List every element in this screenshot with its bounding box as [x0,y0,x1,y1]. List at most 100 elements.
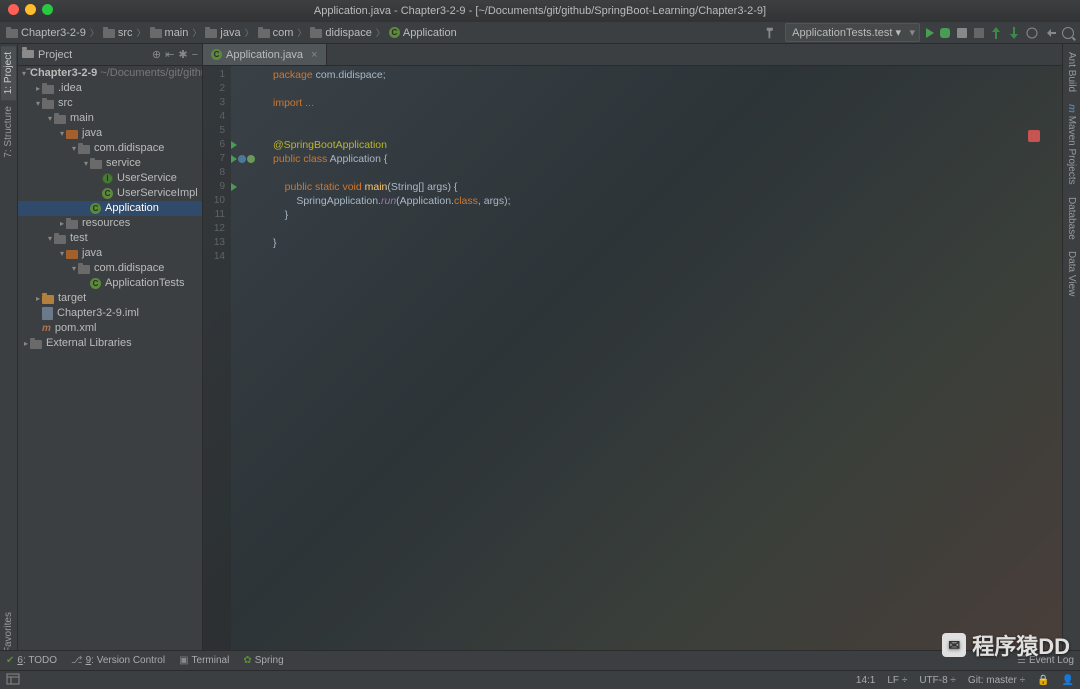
class-icon: C [102,188,113,199]
window-title: Application.java - Chapter3-2-9 - [~/Doc… [314,5,766,17]
tree-row[interactable]: ▾java [18,126,202,141]
editor-tab-application[interactable]: C Application.java × [203,44,327,65]
vcs-history-button[interactable] [1026,27,1038,39]
scroll-to-source-icon[interactable]: ⊕ [152,48,161,61]
icon-gutter[interactable] [231,66,269,670]
interface-icon: I [102,173,113,184]
stop-button[interactable] [974,28,984,38]
tree-row[interactable]: ▾src [18,96,202,111]
tree-row[interactable]: ▸resources [18,216,202,231]
class-icon: C [90,203,101,214]
terminal-tool-tab[interactable]: ▣Terminal [179,655,229,666]
vcs-revert-button[interactable] [1044,27,1056,39]
version-control-tool-tab[interactable]: ⎇9: Version Control [71,655,165,666]
tree-row[interactable]: mpom.xml [18,321,202,336]
dataview-tool-tab[interactable]: Data View [1064,245,1079,302]
code-editor[interactable]: 1234567891011121314 package com.didispac… [203,66,1062,670]
collapse-all-icon[interactable]: ⇤ [165,48,174,61]
tree-row[interactable]: CApplicationTests [18,276,202,291]
settings-icon[interactable]: ✱ [178,48,187,61]
folder-icon [54,115,66,124]
vcs-commit-button[interactable] [1008,27,1020,39]
tree-row[interactable]: CApplication [18,201,202,216]
database-tool-tab[interactable]: Database [1064,191,1079,246]
breadcrumb-item[interactable]: main [150,27,189,39]
folder-icon [310,29,322,38]
run-button[interactable] [926,28,934,38]
tree-row[interactable]: ▾main [18,111,202,126]
related-icon[interactable] [247,155,255,163]
folder-icon [90,160,102,169]
close-window-button[interactable] [8,4,19,15]
hector-icon[interactable]: 👤 [1062,675,1074,686]
folder-icon [42,85,54,94]
breadcrumb-item[interactable]: com [258,27,294,39]
bottom-tool-stripe: ✔6: TODO ⎇9: Version Control ▣Terminal ✿… [0,650,1080,670]
tree-row[interactable]: ▾test [18,231,202,246]
status-bar: 14:1 LF ÷ UTF-8 ÷ Git: master ÷ 🔒 👤 [0,670,1080,689]
lock-icon[interactable]: 🔒 [1037,675,1049,686]
run-config-dropdown[interactable]: ApplicationTests.test ▾ [785,23,920,42]
java-folder-icon [66,130,78,139]
breadcrumb-item[interactable]: java [205,27,240,39]
debug-button[interactable] [940,28,950,38]
folder-icon [78,145,90,154]
tree-row[interactable]: ▸External Libraries [18,336,202,351]
search-everywhere-button[interactable] [1062,27,1074,39]
maven-tool-tab[interactable]: m Maven Projects [1064,98,1079,191]
tree-row[interactable]: IUserService [18,171,202,186]
todo-tool-tab[interactable]: ✔6: TODO [6,655,57,666]
cursor-position[interactable]: 14:1 [856,675,875,686]
code-content[interactable]: package com.didispace; import ... @Sprin… [269,66,1062,670]
ant-build-tool-tab[interactable]: Ant Build [1064,46,1079,98]
spring-tool-tab[interactable]: ✿Spring [243,655,283,666]
editor-tabs: C Application.java × [203,44,1062,66]
java-folder-icon [66,250,78,259]
project-tool-title: Project [38,49,148,61]
tree-row[interactable]: ▸.idea [18,81,202,96]
build-button[interactable] [765,26,779,40]
structure-tool-tab[interactable]: 7: Structure [1,100,16,164]
folder-icon [66,220,78,229]
spring-bean-icon[interactable] [238,155,246,163]
tree-row[interactable]: ▾com.didispace [18,141,202,156]
tree-row[interactable]: ▾java [18,246,202,261]
error-stripe-marker[interactable] [1028,130,1040,142]
folder-icon [54,235,66,244]
run-gutter-icon[interactable] [231,183,237,191]
breadcrumb-item[interactable]: CApplication [389,27,457,39]
file-icon [42,307,53,320]
folder-icon [150,29,162,38]
minimize-window-button[interactable] [25,4,36,15]
project-tree[interactable]: ▾Chapter3-2-9~/Documents/git/github▸.ide… [18,66,202,670]
coverage-button[interactable] [956,27,968,39]
line-separator[interactable]: LF ÷ [887,675,907,686]
vcs-update-button[interactable] [990,27,1002,39]
run-gutter-icon[interactable] [231,141,237,149]
tree-row[interactable]: ▸target [18,291,202,306]
file-encoding[interactable]: UTF-8 ÷ [919,675,956,686]
breadcrumb-item[interactable]: didispace [310,27,371,39]
tree-row[interactable]: ▾com.didispace [18,261,202,276]
tree-row[interactable]: Chapter3-2-9.iml [18,306,202,321]
breadcrumb-item[interactable]: Chapter3-2-9 [6,27,86,39]
maximize-window-button[interactable] [42,4,53,15]
breadcrumb-item[interactable]: src [103,27,133,39]
watermark: ✉ 程序猿DD [942,629,1070,661]
run-gutter-icon[interactable] [231,155,237,163]
class-icon: C [211,49,222,60]
folder-icon [205,29,217,38]
tree-row[interactable]: ▾Chapter3-2-9~/Documents/git/github [18,66,202,81]
tree-row[interactable]: ▾service [18,156,202,171]
git-branch[interactable]: Git: master ÷ [968,675,1025,686]
left-tool-stripe: 1: Project 7: Structure 2: Favorites [0,44,18,670]
folder-icon [22,47,34,62]
class-icon: C [90,278,101,289]
tree-row[interactable]: CUserServiceImpl [18,186,202,201]
close-tab-icon[interactable]: × [311,49,317,61]
project-tool-tab[interactable]: 1: Project [1,46,16,100]
hide-icon[interactable]: − [192,49,198,61]
folder-icon [103,29,115,38]
breadcrumb[interactable]: Chapter3-2-9〉src〉main〉java〉com〉didispace… [6,26,457,39]
tool-windows-icon[interactable] [6,673,20,688]
